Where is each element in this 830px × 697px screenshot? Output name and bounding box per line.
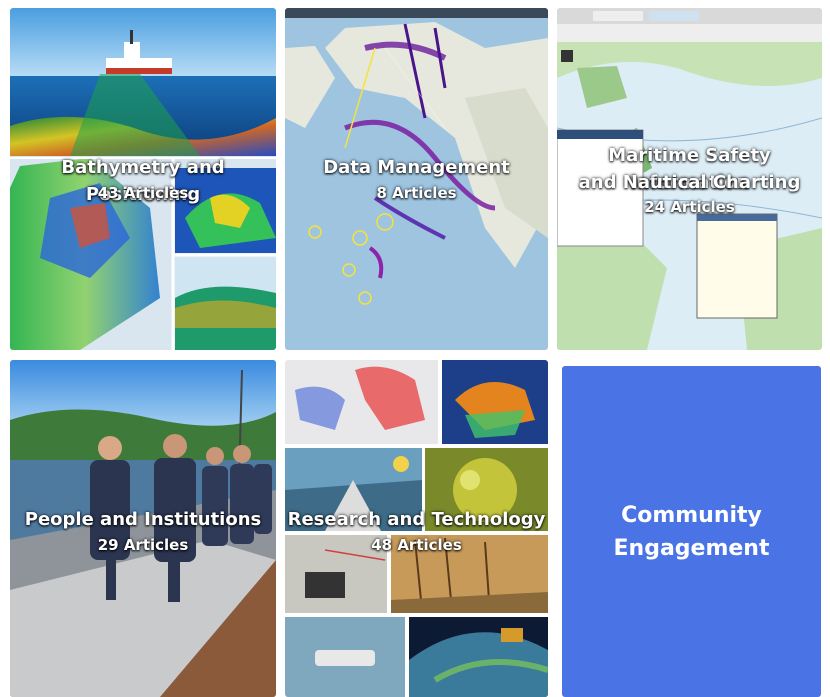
card-title-line2: and Nautical Charting	[578, 172, 801, 193]
card-article-count: 8 Articles	[376, 184, 457, 202]
card-bathymetry-and-positioning[interactable]: Bathymetry and Positioning 43 Articles	[10, 8, 276, 350]
card-article-count: 43 Articles	[97, 184, 189, 202]
card-article-count: 24 Articles	[644, 198, 735, 216]
card-people-and-institutions[interactable]: People and Institutions 29 Articles	[10, 360, 276, 697]
card-research-and-technology[interactable]: Research and Technology 48 Articles	[285, 360, 548, 697]
card-community-engagement[interactable]: Community Engagement	[562, 366, 821, 697]
card-article-count: 48 Articles	[371, 536, 462, 554]
card-maritime-safety-information[interactable]: Maritime Safety Information and Nautical…	[557, 8, 822, 350]
card-title: People and Institutions	[24, 509, 262, 530]
card-article-count: 29 Articles	[97, 536, 189, 554]
card-title: Research and Technology	[287, 509, 546, 530]
card-title: Data Management	[323, 157, 510, 178]
card-title: Community Engagement	[614, 499, 770, 565]
card-title-line1: Community	[621, 502, 762, 528]
card-title-line2: Engagement	[613, 535, 770, 561]
card-data-management[interactable]: Data Management 8 Articles	[285, 8, 548, 350]
